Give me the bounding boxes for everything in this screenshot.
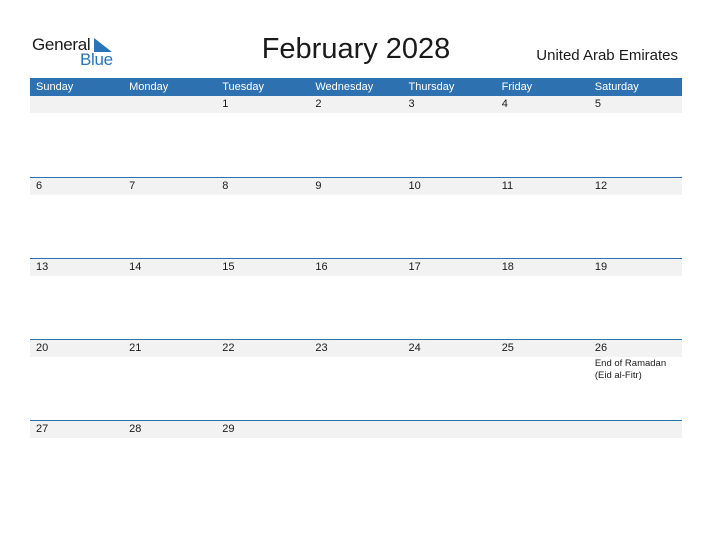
day-number: 9 [315, 180, 322, 192]
day-number [30, 96, 123, 113]
day-number: 11 [501, 180, 514, 192]
week-row: 20 21 22 23 24 25 26 End of Ramadan (Eid al-Fit… [30, 339, 682, 420]
week-row: 1 2 3 4 5 [30, 96, 682, 177]
day-cell: 10 [403, 178, 496, 259]
day-number: 4 [501, 98, 508, 110]
day-number: 16 [315, 261, 328, 273]
day-cell [123, 96, 216, 177]
week-row: 6 7 8 9 10 11 12 [30, 177, 682, 258]
day-cell: 25 [496, 340, 589, 421]
day-cell: 20 [30, 340, 123, 421]
day-cell: 13 [30, 259, 123, 340]
day-cell: 1 [216, 96, 309, 177]
weekday-thursday: Thursday [408, 81, 455, 93]
day-cell: 5 [589, 96, 682, 177]
day-cell: 9 [309, 178, 402, 259]
day-cell: 7 [123, 178, 216, 259]
day-number: 10 [408, 180, 421, 192]
day-cell: 12 [589, 178, 682, 259]
weekday-tuesday: Tuesday [222, 81, 265, 93]
day-cell: 26 End of Ramadan (Eid al-Fitr) [589, 340, 682, 421]
day-cell: 2 [309, 96, 402, 177]
holiday-event: End of Ramadan (Eid al-Fitr) [594, 358, 667, 381]
day-number: 27 [36, 423, 49, 435]
day-cell [30, 96, 123, 177]
day-cell: 6 [30, 178, 123, 259]
day-number: 1 [222, 98, 229, 110]
day-number: 6 [36, 180, 43, 192]
day-number: 23 [315, 342, 328, 354]
day-cell: 24 [403, 340, 496, 421]
day-cell: 21 [123, 340, 216, 421]
day-number: 13 [36, 261, 49, 273]
day-number: 20 [36, 342, 49, 354]
day-cell: 18 [496, 259, 589, 340]
day-number: 22 [222, 342, 235, 354]
day-cell: 16 [309, 259, 402, 340]
day-number: 17 [408, 261, 421, 273]
day-number [123, 96, 216, 113]
weekday-monday: Monday [129, 81, 169, 93]
day-cell: 14 [123, 259, 216, 340]
day-number: 14 [129, 261, 142, 273]
day-cell [403, 421, 496, 502]
day-cell: 15 [216, 259, 309, 340]
day-number: 2 [315, 98, 322, 110]
day-number [403, 421, 496, 438]
day-number: 26 [594, 342, 608, 354]
day-cell: 23 [309, 340, 402, 421]
day-number: 29 [222, 423, 235, 435]
day-cell: 19 [589, 259, 682, 340]
day-number: 5 [594, 98, 601, 110]
day-number: 21 [129, 342, 142, 354]
day-number: 25 [501, 342, 514, 354]
weekday-header: Sunday Monday Tuesday Wednesday Thursday… [30, 78, 682, 96]
day-cell [309, 421, 402, 502]
day-cell: 28 [123, 421, 216, 502]
day-cell: 4 [496, 96, 589, 177]
day-number: 3 [408, 98, 415, 110]
day-number: 28 [129, 423, 142, 435]
day-cell: 11 [496, 178, 589, 259]
day-cell: 27 [30, 421, 123, 502]
week-row: 27 28 29 [30, 420, 682, 501]
country-label: United Arab Emirates [536, 47, 678, 64]
weekday-saturday: Saturday [594, 81, 639, 93]
day-cell: 22 [216, 340, 309, 421]
day-number: 15 [222, 261, 235, 273]
day-cell [589, 421, 682, 502]
day-number: 7 [129, 180, 136, 192]
day-number: 18 [501, 261, 514, 273]
day-number: 19 [594, 261, 608, 273]
day-cell [496, 421, 589, 502]
day-number: 12 [594, 180, 608, 192]
day-number [309, 421, 402, 438]
week-row: 13 14 15 16 17 18 19 [30, 258, 682, 339]
day-cell: 3 [403, 96, 496, 177]
day-cell: 8 [216, 178, 309, 259]
weekday-sunday: Sunday [36, 81, 74, 93]
weekday-wednesday: Wednesday [315, 81, 374, 93]
weekday-friday: Friday [501, 81, 533, 93]
day-cell: 17 [403, 259, 496, 340]
day-number: 8 [222, 180, 229, 192]
day-cell: 29 [216, 421, 309, 502]
day-number [589, 421, 682, 438]
day-number: 24 [408, 342, 421, 354]
day-number [496, 421, 589, 438]
